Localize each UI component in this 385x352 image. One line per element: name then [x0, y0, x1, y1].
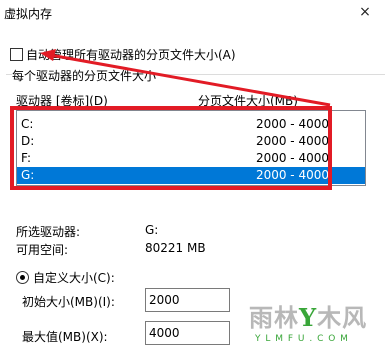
watermark-right: 木风 — [317, 303, 368, 332]
close-icon[interactable]: × — [353, 0, 377, 24]
drive-row-d[interactable]: D: 2000 - 4000 — [17, 133, 365, 150]
custom-size-radio[interactable] — [16, 270, 29, 284]
watermark-url: Y L M F U . C O M — [255, 334, 349, 344]
auto-manage-label[interactable]: 自动管理所有驱动器的分页文件大小(A) — [26, 46, 236, 63]
drive-letter: D: — [21, 134, 35, 148]
selected-drive-value: G: — [145, 223, 159, 237]
drive-size: 2000 - 4000 — [255, 168, 329, 182]
drive-row-g[interactable]: G: 2000 - 4000 — [17, 167, 365, 184]
drive-letter: C: — [21, 117, 34, 131]
available-space-label: 可用空间: — [16, 243, 69, 257]
auto-manage-checkbox-row[interactable]: 自动管理所有驱动器的分页文件大小(A) — [10, 46, 236, 62]
site-watermark: 雨林Y木风 Y L M F U . C O M — [249, 304, 381, 348]
drive-row-c[interactable]: C: 2000 - 4000 — [17, 116, 365, 133]
max-size-input[interactable] — [145, 321, 230, 345]
drive-row-f[interactable]: F: 2000 - 4000 — [17, 150, 365, 167]
drive-letter: G: — [21, 168, 35, 182]
initial-size-input[interactable] — [145, 288, 230, 312]
group-title: 每个驱动器的分页文件大小 — [12, 67, 159, 84]
window-title: 虚拟内存 — [4, 7, 53, 21]
column-header-drive: 驱动器 [卷标](D) — [16, 94, 108, 108]
drive-size: 2000 - 4000 — [255, 151, 329, 165]
drive-letter: F: — [21, 151, 32, 165]
custom-size-radio-row[interactable]: 自定义大小(C): — [16, 269, 115, 285]
column-header-size: 分页文件大小(MB) — [198, 94, 298, 108]
custom-size-label[interactable]: 自定义大小(C): — [33, 269, 115, 286]
drive-size: 2000 - 4000 — [255, 134, 329, 148]
watermark-y: Y — [299, 303, 318, 332]
auto-manage-checkbox[interactable] — [10, 47, 23, 61]
initial-size-label: 初始大小(MB)(I): — [22, 295, 115, 309]
title-bar: 虚拟内存 × — [0, 0, 385, 28]
max-size-label: 最大值(MB)(X): — [22, 330, 108, 344]
available-space-value: 80221 MB — [145, 241, 206, 255]
drive-list[interactable]: C: 2000 - 4000 D: 2000 - 4000 F: 2000 - … — [16, 110, 366, 186]
selected-drive-label: 所选驱动器: — [16, 225, 81, 239]
watermark-logo: 雨林Y木风 — [249, 304, 367, 332]
drive-size: 2000 - 4000 — [255, 117, 329, 131]
watermark-left: 雨林 — [249, 303, 299, 332]
